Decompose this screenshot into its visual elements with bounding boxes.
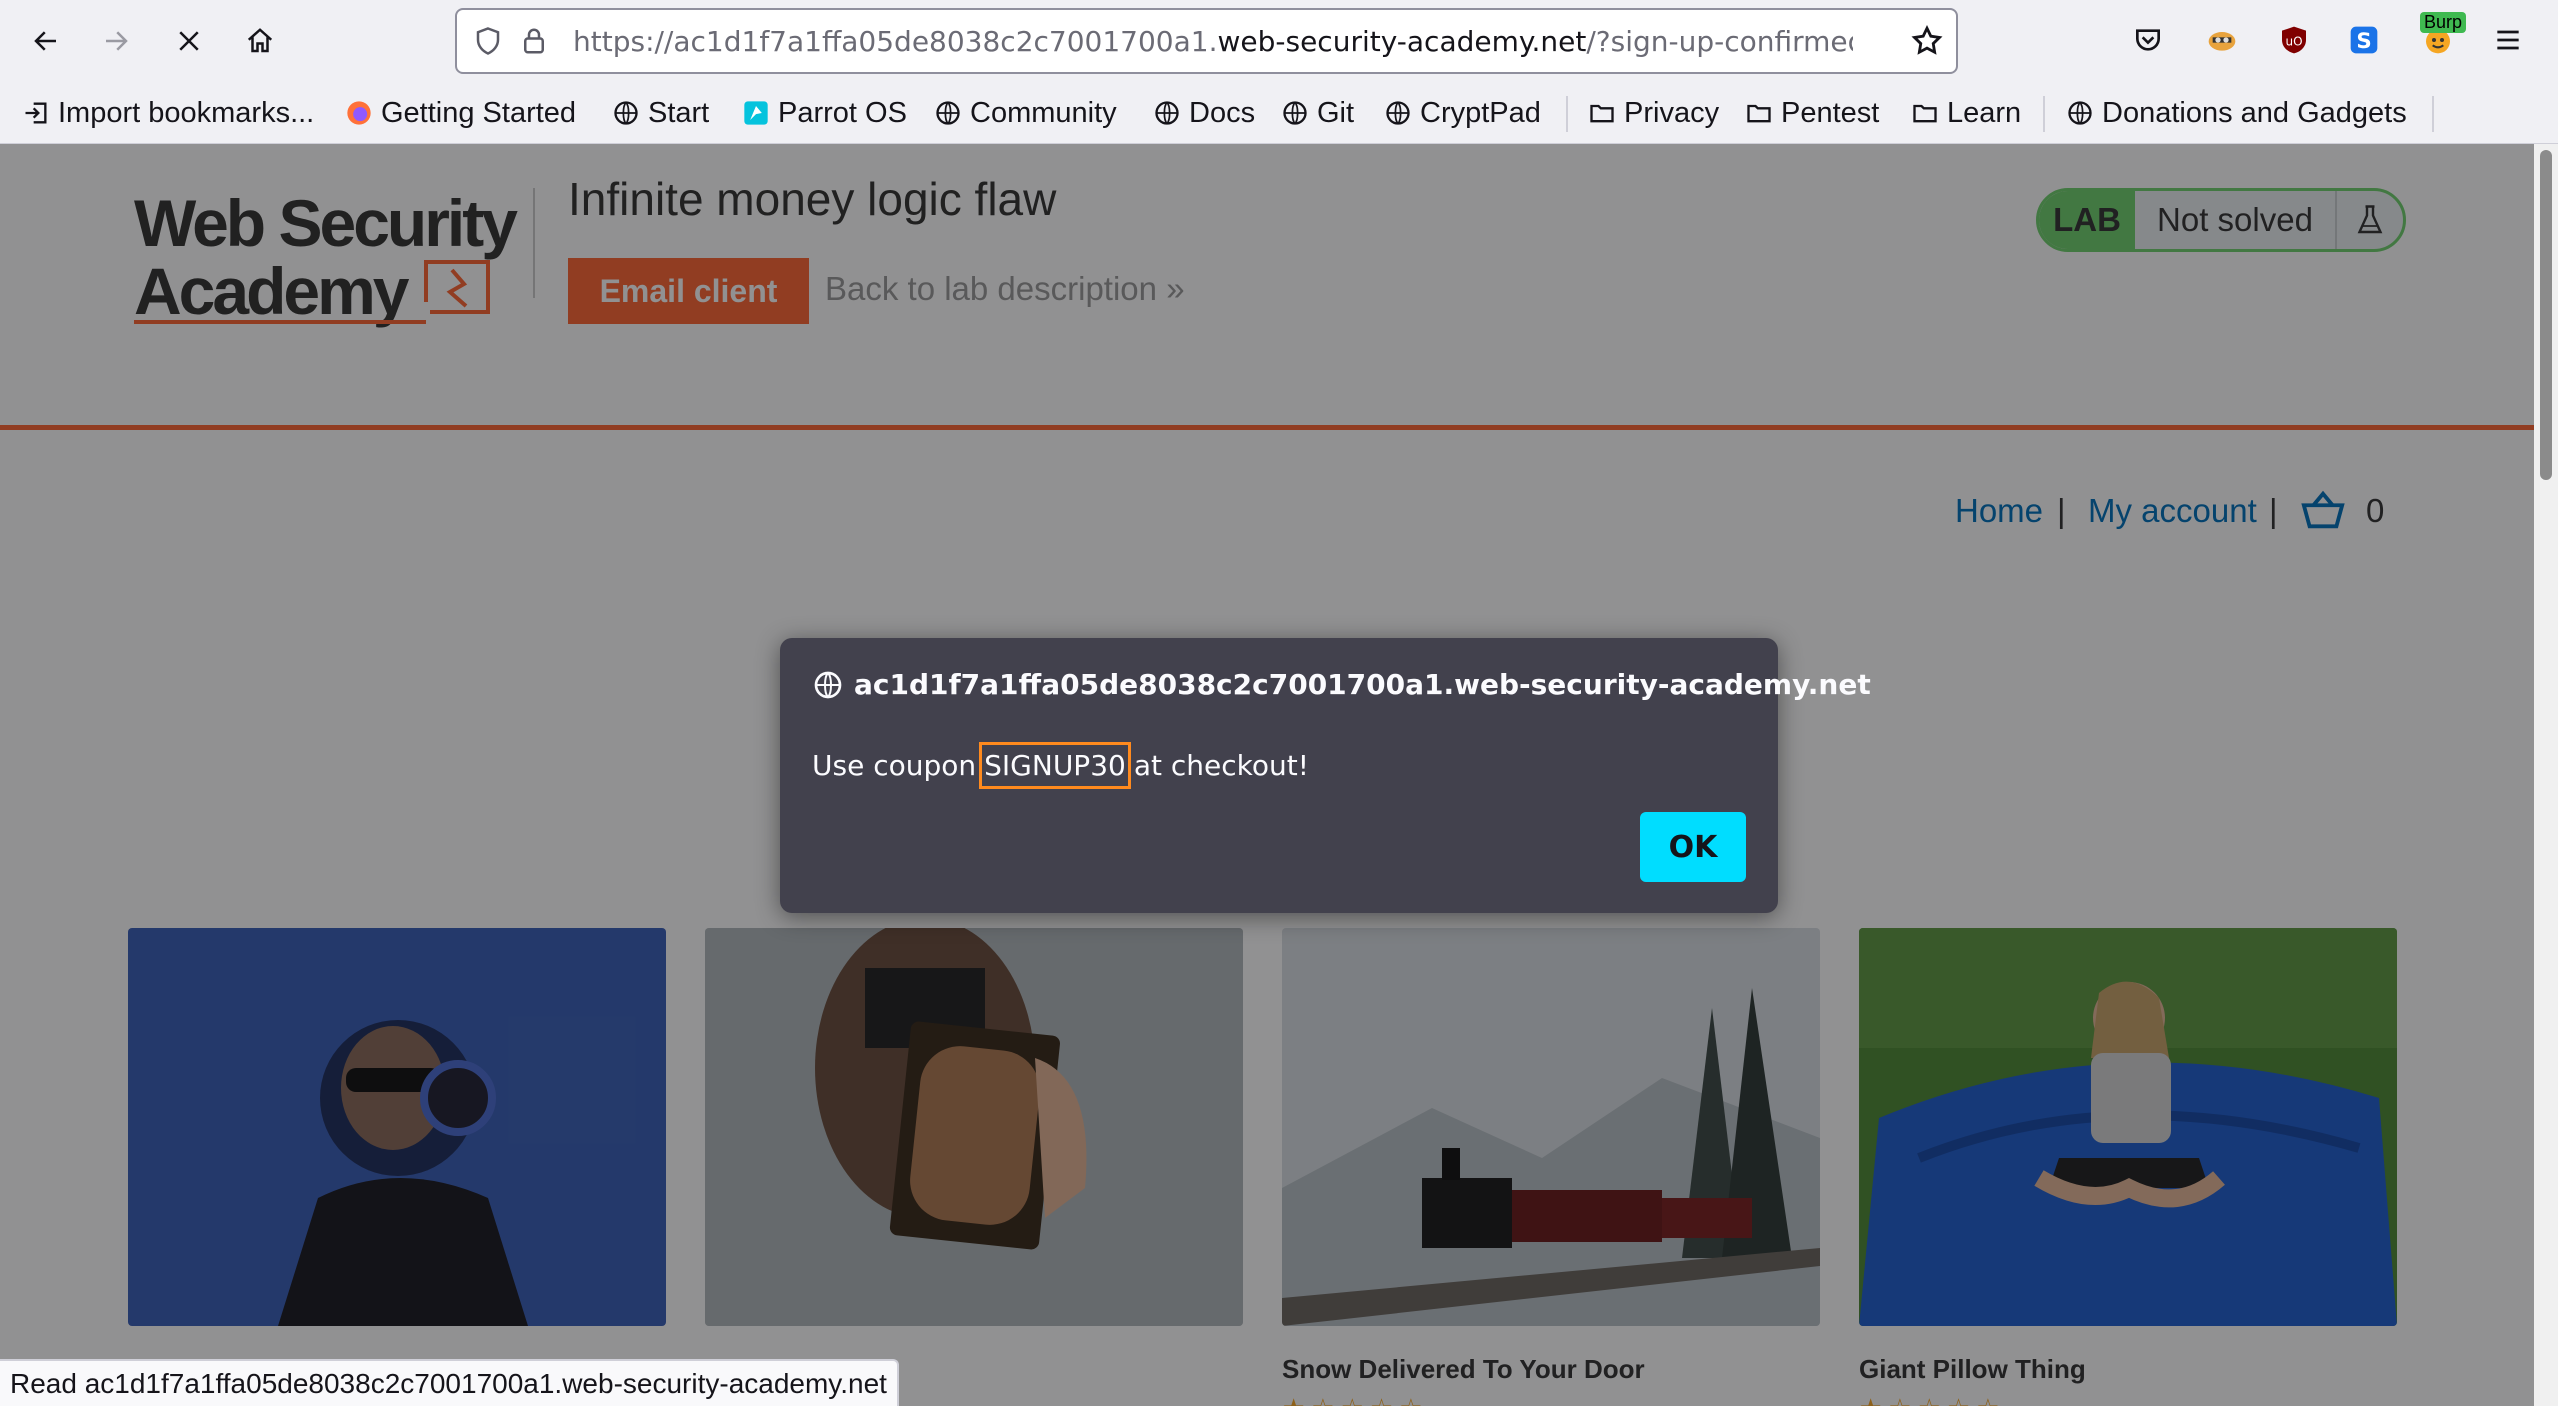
url-text[interactable]: https://ac1d1f7a1ffa05de8038c2c7001700a1…: [573, 25, 1853, 58]
bookmark-star-button[interactable]: [1910, 24, 1944, 58]
globe-icon: [936, 101, 960, 125]
tracking-shield-icon[interactable]: [473, 26, 503, 56]
bookmark-label: Start: [648, 96, 710, 129]
bookmark-label: Docs: [1189, 96, 1256, 129]
browser-toolbar: https://ac1d1f7a1ffa05de8038c2c7001700a1…: [0, 0, 2558, 82]
status-bar: Read ac1d1f7a1ffa05de8038c2c7001700a1.we…: [0, 1359, 899, 1406]
import-icon: [25, 102, 47, 124]
bookmark-label: Community: [970, 96, 1117, 129]
globe-icon: [1155, 101, 1179, 125]
bookmark-docs[interactable]: Docs: [1153, 93, 1255, 133]
bookmark-label: Learn: [1947, 96, 2022, 129]
svg-text:uO: uO: [2285, 34, 2302, 48]
foxyproxy-icon[interactable]: [2202, 20, 2242, 60]
bookmark-cryptpad[interactable]: CryptPad: [1384, 93, 1541, 133]
bookmark-label: Git: [1317, 96, 1355, 129]
bookmark-folder-learn[interactable]: Learn: [1911, 93, 2021, 133]
bookmark-label: CryptPad: [1420, 96, 1541, 129]
folder-icon: [1747, 104, 1771, 123]
bookmark-start[interactable]: Start: [612, 93, 709, 133]
bookmark-import[interactable]: Import bookmarks...: [22, 93, 314, 133]
address-bar[interactable]: https://ac1d1f7a1ffa05de8038c2c7001700a1…: [455, 8, 1958, 74]
bookmark-separator: [1566, 96, 1568, 132]
hamburger-menu-icon: [2497, 30, 2519, 50]
pocket-icon[interactable]: [2128, 20, 2168, 60]
back-button[interactable]: [22, 17, 70, 65]
close-icon: [179, 31, 199, 51]
bookmark-label: Pentest: [1781, 96, 1880, 129]
star-icon: [1911, 24, 1943, 55]
coupon-code: SIGNUP30: [979, 742, 1131, 789]
bookmark-label: Privacy: [1624, 96, 1720, 129]
globe-icon: [1386, 101, 1410, 125]
dialog-message-after: at checkout!: [1133, 749, 1309, 782]
bookmark-label: Parrot OS: [778, 96, 907, 129]
folder-icon: [1913, 104, 1937, 123]
bookmark-donations[interactable]: Donations and Gadgets: [2066, 93, 2407, 133]
scrollbar-thumb[interactable]: [2540, 150, 2552, 480]
url-suffix: /?sign-up-confirmed=tr: [1586, 24, 1853, 58]
dialog-message: Use coupon SIGNUP30 at checkout!: [812, 742, 1309, 789]
globe-icon: [1283, 101, 1307, 125]
ok-button[interactable]: OK: [1640, 812, 1746, 882]
bookmark-git[interactable]: Git: [1281, 93, 1354, 133]
globe-icon: [814, 671, 842, 698]
bookmark-getting-started[interactable]: Getting Started: [345, 93, 576, 133]
bookmark-separator: [2043, 96, 2045, 132]
bookmark-label: Import bookmarks...: [58, 96, 315, 129]
globe-icon: [2068, 101, 2092, 125]
arrow-right-icon: [106, 31, 128, 51]
alert-dialog: ac1d1f7a1ffa05de8038c2c7001700a1.web-sec…: [780, 638, 1871, 913]
arrow-left-icon: [34, 31, 56, 51]
s-extension-icon[interactable]: S: [2344, 20, 2384, 60]
svg-text:S: S: [2356, 29, 2371, 54]
forward-button[interactable]: [92, 17, 140, 65]
lock-icon[interactable]: [519, 26, 549, 56]
bookmark-label: Getting Started: [381, 96, 577, 129]
burp-badge: Burp: [2420, 12, 2467, 33]
dialog-message-before: Use coupon: [812, 749, 977, 782]
home-button[interactable]: [236, 17, 284, 65]
url-domain: web-security-academy.net: [1217, 24, 1587, 58]
globe-icon: [614, 101, 638, 125]
bookmark-separator: [2432, 96, 2434, 132]
ublock-origin-icon[interactable]: uO: [2274, 20, 2314, 60]
stop-button[interactable]: [165, 17, 213, 65]
bookmark-folder-pentest[interactable]: Pentest: [1745, 93, 1879, 133]
bookmark-parrot-os[interactable]: Parrot OS: [742, 93, 907, 133]
bookmark-community[interactable]: Community: [934, 93, 1117, 133]
parrot-icon: [744, 101, 768, 125]
burp-icon[interactable]: Burp: [2418, 12, 2467, 60]
menu-button[interactable]: [2488, 20, 2528, 60]
dialog-origin-text: ac1d1f7a1ffa05de8038c2c7001700a1.web-sec…: [854, 668, 1871, 701]
bookmarks-toolbar: Import bookmarks... Getting Started Star…: [0, 82, 2558, 144]
bookmark-label: Donations and Gadgets: [2102, 96, 2407, 129]
home-icon: [247, 28, 273, 53]
folder-icon: [1590, 104, 1614, 123]
bookmark-folder-privacy[interactable]: Privacy: [1588, 93, 1719, 133]
url-prefix: https://ac1d1f7a1ffa05de8038c2c7001700a1…: [573, 24, 1218, 58]
firefox-icon: [347, 101, 371, 125]
dialog-origin: ac1d1f7a1ffa05de8038c2c7001700a1.web-sec…: [812, 668, 1871, 701]
